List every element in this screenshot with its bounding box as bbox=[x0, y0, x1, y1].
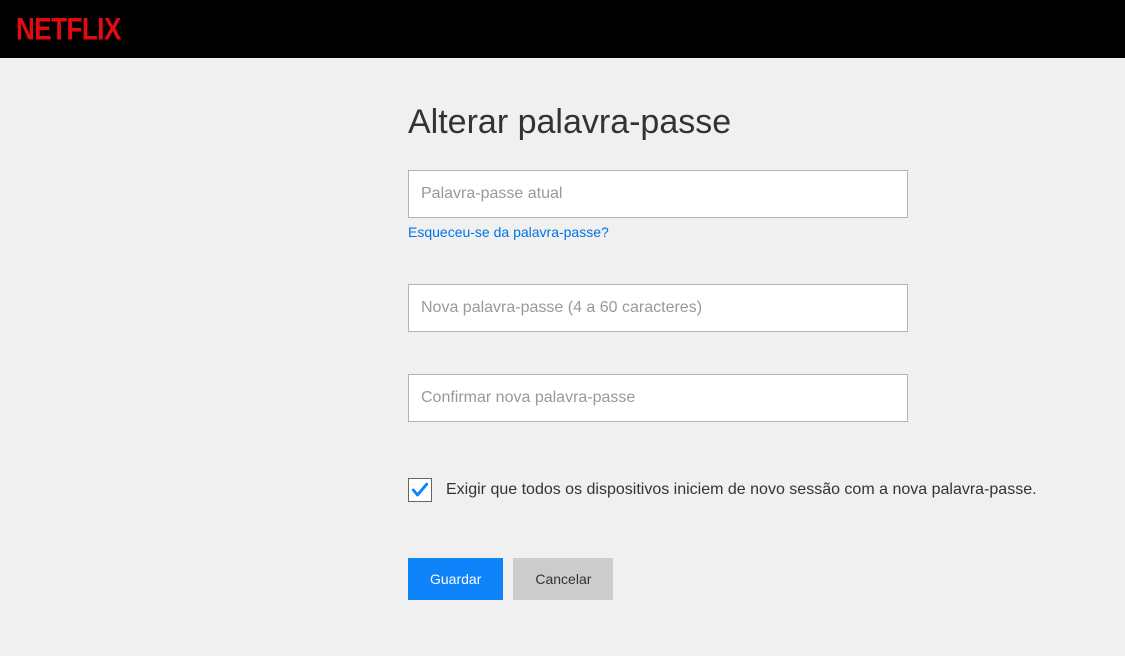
require-signout-label: Exigir que todos os dispositivos iniciem… bbox=[446, 481, 1037, 499]
header: NETFLIX bbox=[0, 0, 1125, 58]
require-signout-row: Exigir que todos os dispositivos iniciem… bbox=[408, 478, 1125, 502]
new-password-group bbox=[408, 284, 1125, 332]
confirm-password-input[interactable] bbox=[408, 374, 908, 422]
current-password-input[interactable] bbox=[408, 170, 908, 218]
current-password-group: Esqueceu-se da palavra-passe? bbox=[408, 170, 1125, 242]
checkmark-icon bbox=[410, 480, 430, 500]
forgot-password-link[interactable]: Esqueceu-se da palavra-passe? bbox=[408, 224, 609, 240]
netflix-logo[interactable]: NETFLIX bbox=[16, 10, 121, 47]
new-password-input[interactable] bbox=[408, 284, 908, 332]
confirm-password-group bbox=[408, 374, 1125, 422]
require-signout-checkbox[interactable] bbox=[408, 478, 432, 502]
main-container: Alterar palavra-passe Esqueceu-se da pal… bbox=[0, 58, 1125, 600]
page-title: Alterar palavra-passe bbox=[408, 103, 1125, 142]
button-row: Guardar Cancelar bbox=[408, 558, 1125, 600]
cancel-button[interactable]: Cancelar bbox=[513, 558, 613, 600]
save-button[interactable]: Guardar bbox=[408, 558, 503, 600]
